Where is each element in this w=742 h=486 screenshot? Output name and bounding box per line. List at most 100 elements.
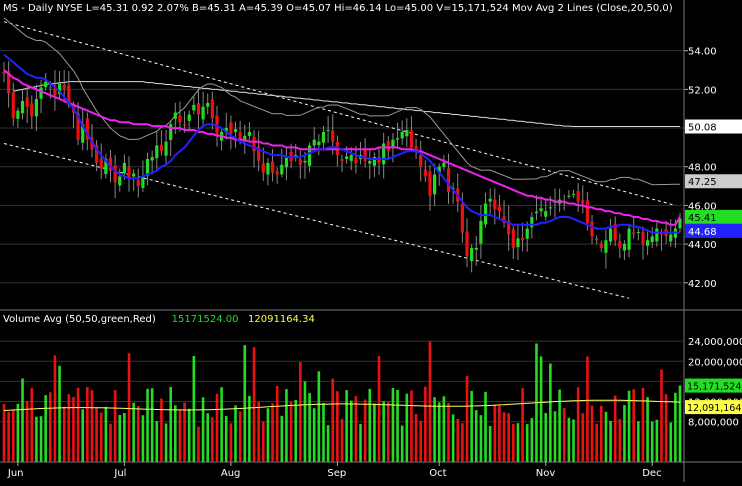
candle-body (173, 112, 177, 119)
avg-volume-badge: 12,091,164 (687, 403, 741, 414)
volume-bar (72, 396, 75, 462)
candle-body (326, 129, 330, 131)
candle-body (16, 110, 20, 119)
candle-body (298, 159, 302, 165)
candle-body (567, 195, 571, 197)
candle-body (659, 233, 664, 235)
candle-body (196, 103, 201, 115)
candle-body (460, 204, 464, 233)
volume-bar (599, 405, 603, 462)
volume-bar (391, 387, 395, 462)
volume-bar (660, 369, 663, 462)
candle-body (520, 237, 525, 241)
candle-body (275, 171, 279, 175)
candle-body (201, 106, 205, 120)
price-tick-label: 42.00 (688, 279, 717, 290)
candle-body (511, 229, 515, 248)
candle-body (595, 238, 599, 241)
volume-bar (243, 345, 247, 462)
volume-bar (618, 419, 622, 462)
volume-bar (414, 413, 418, 462)
candle-body (155, 145, 159, 159)
volume-bar (192, 355, 196, 462)
volume-bar (280, 415, 284, 462)
candle-body (238, 132, 242, 140)
volume-bar (39, 416, 43, 462)
volume-bar (155, 421, 159, 462)
volume-bar (669, 422, 673, 462)
volume-bar (512, 424, 515, 462)
volume-bar (516, 423, 520, 462)
candle-body (581, 200, 585, 204)
volume-bar (410, 390, 413, 462)
volume-bar (488, 426, 492, 462)
volume-bar (382, 401, 385, 462)
candle-body (650, 236, 654, 243)
volume-bar (627, 390, 631, 462)
time-tick-label: Aug (221, 468, 241, 479)
candle-body (48, 87, 52, 89)
volume-bar (99, 412, 103, 462)
last-close-badge: 45.41 (688, 213, 717, 224)
volume-bar (609, 420, 612, 462)
candle-body (544, 211, 548, 217)
time-tick-label: Oct (429, 468, 446, 479)
volume-bar (400, 425, 404, 462)
volume-bar (447, 402, 450, 462)
candle-body (571, 193, 576, 195)
candle-body (618, 241, 622, 248)
volume-bar (521, 388, 524, 462)
volume-bar (248, 395, 251, 462)
volume-bar (21, 378, 24, 462)
candle-body (266, 162, 270, 175)
candle-body (483, 203, 488, 225)
volume-bar (150, 388, 154, 462)
candle-body (474, 247, 478, 250)
volume-bar (86, 387, 89, 462)
volume-bar (266, 408, 270, 462)
price-tick-label: 48.00 (688, 163, 717, 174)
candle-body (261, 163, 265, 173)
candle-body (118, 176, 122, 186)
volume-bar (211, 417, 214, 462)
volume-bar (576, 387, 580, 462)
candle-body (395, 138, 400, 140)
candle-body (321, 131, 326, 143)
candle-body (534, 211, 539, 214)
volume-bar (655, 419, 659, 462)
volume-bar (451, 414, 455, 462)
candle-body (192, 104, 196, 111)
volume-bar (312, 408, 316, 462)
volume-bar (215, 393, 219, 462)
volume-avg-value: 12091164.34 (248, 314, 315, 325)
volume-bar (187, 408, 191, 462)
candle-body (136, 180, 140, 187)
volume-bar (336, 391, 339, 462)
candle-body (632, 232, 636, 235)
volume-bar (220, 387, 223, 462)
candle-body (270, 161, 275, 173)
volume-bar (493, 404, 497, 462)
candle-body (608, 228, 613, 242)
upper-trendline (3, 21, 676, 206)
candle-body (409, 130, 414, 148)
candle-body (340, 159, 344, 161)
volume-bar (484, 391, 487, 462)
candle-body (132, 173, 136, 177)
candle-body (280, 164, 284, 175)
volume-bar (530, 418, 534, 462)
volume-bar (238, 411, 242, 462)
volume-tick-label: 20,000,000 (688, 357, 742, 368)
time-tick-label: Sep (327, 468, 346, 479)
volume-bar (479, 415, 483, 462)
volume-bar (354, 396, 358, 462)
volume-bar (562, 408, 566, 462)
volume-bar (146, 388, 149, 462)
volume-bar (35, 416, 38, 462)
volume-bar (16, 403, 20, 462)
volume-bar (331, 378, 335, 462)
volume-tick-label: 8,000,000 (688, 418, 739, 429)
volume-bar (49, 392, 52, 462)
volume-bar (424, 386, 427, 462)
volume-bar (470, 390, 473, 462)
